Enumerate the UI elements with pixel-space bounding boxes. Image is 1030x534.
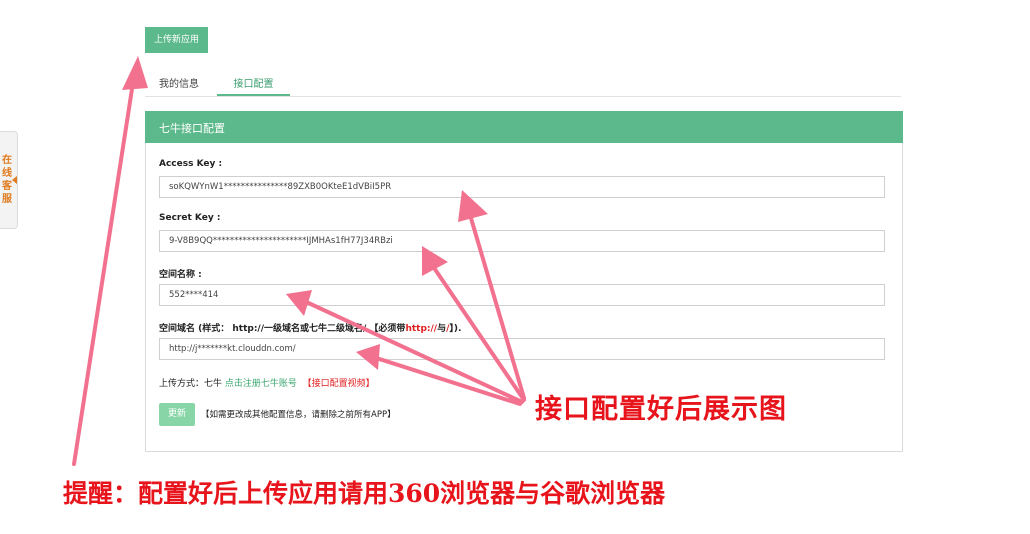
config-video-link[interactable]: 【接口配置视频】 xyxy=(303,379,375,389)
upload-method-row: 上传方式：七牛 点击注册七牛账号 【接口配置视频】 xyxy=(159,376,375,389)
browser-reminder: 提醒：配置好后上传应用请用360浏览器与谷歌浏览器 xyxy=(63,479,666,508)
space-domain-label-and: 与 xyxy=(437,324,447,334)
config-panel: 七牛接口配置 Access Key : soKQWYnW1***********… xyxy=(145,111,903,452)
arrow-to-upload-button xyxy=(72,74,136,466)
tab-my-info[interactable]: 我的信息 xyxy=(159,75,199,90)
upload-new-app-button[interactable]: 上传新应用 xyxy=(145,27,208,53)
space-domain-label-http: http:// xyxy=(405,324,438,334)
delete-app-hint: 【如需更改成其他配置信息，请删除之前所有APP】 xyxy=(201,410,396,420)
secret-key-input[interactable]: 9-V8B9QQ**********************IJMHAs1fH7… xyxy=(159,230,885,252)
space-name-input[interactable]: 552****414 xyxy=(159,284,885,306)
upload-method-label: 上传方式：七牛 xyxy=(159,379,223,389)
access-key-input[interactable]: soKQWYnW1***************89ZXB0OKteE1dVBi… xyxy=(159,176,885,198)
panel-header: 七牛接口配置 xyxy=(145,111,903,143)
space-domain-label: 空间域名 (样式： http://一级域名或七牛二级域名/ 【必须带http:/… xyxy=(159,321,461,334)
update-button[interactable]: 更新 xyxy=(159,403,195,426)
space-domain-label-end: 】). xyxy=(449,324,462,334)
config-result-callout: 接口配置好后展示图 xyxy=(535,394,787,425)
space-domain-input[interactable]: http://j*******kt.clouddn.com/ xyxy=(159,338,885,360)
online-service-tab[interactable]: 在线客服 xyxy=(0,131,18,229)
register-qiniu-link[interactable]: 点击注册七牛账号 xyxy=(225,379,297,389)
caret-left-icon xyxy=(12,176,17,184)
tab-interface-config[interactable]: 接口配置 xyxy=(217,75,290,96)
space-domain-label-text: 空间域名 (样式： http://一级域名或七牛二级域名/ 【必须带 xyxy=(159,324,406,334)
secret-key-label: Secret Key : xyxy=(159,213,221,223)
panel-title: 七牛接口配置 xyxy=(159,122,225,135)
access-key-label: Access Key : xyxy=(159,159,223,169)
tab-bar: 我的信息 接口配置 xyxy=(145,68,901,97)
space-name-label: 空间名称 : xyxy=(159,270,202,280)
